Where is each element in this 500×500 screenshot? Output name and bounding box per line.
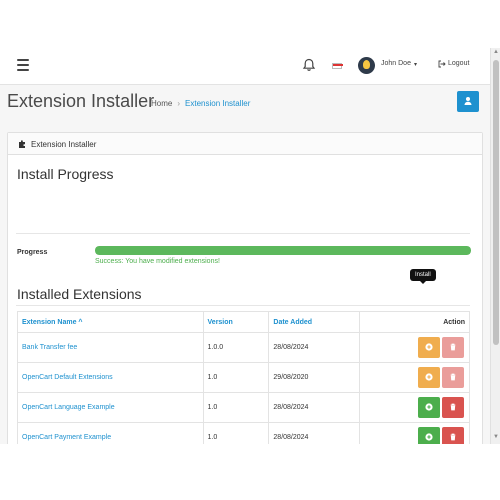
trash-icon (450, 403, 456, 411)
version-cell: 1.0.0 (202, 332, 270, 363)
browser-viewport: John Doe ▾ Logout Extension Installer Ho… (0, 48, 500, 444)
puzzle-icon (19, 140, 25, 148)
install-tooltip: Install (410, 269, 436, 284)
date-added-cell: 28/08/2024 (268, 422, 361, 444)
column-header-action: Action (359, 311, 470, 333)
uninstall-button[interactable] (442, 337, 464, 358)
upload-extension-button[interactable] (457, 91, 479, 112)
scroll-down-icon[interactable]: ▼ (493, 434, 499, 440)
action-cell (359, 362, 470, 393)
breadcrumb-current[interactable]: Extension Installer (185, 99, 250, 108)
extension-name-link[interactable]: OpenCart Payment Example (22, 434, 111, 441)
installed-extensions-table: Extension Name ^ Version Date Added Acti… (17, 311, 470, 444)
table-header-row: Extension Name ^ Version Date Added Acti… (17, 311, 470, 333)
trash-icon (450, 433, 456, 441)
extension-installer-card: Extension Installer Install Progress Pro… (7, 132, 483, 444)
avatar[interactable] (358, 57, 375, 74)
action-cell (359, 422, 470, 444)
plus-circle-icon (425, 373, 433, 381)
scrollbar[interactable]: ▲ ▼ (490, 48, 500, 444)
logout-link[interactable]: Logout (448, 60, 469, 67)
install-button[interactable] (418, 367, 440, 388)
plus-circle-icon (425, 403, 433, 411)
progress-bar (95, 246, 471, 255)
install-button[interactable] (418, 337, 440, 358)
extension-name-cell[interactable]: OpenCart Language Example (17, 392, 204, 423)
top-navbar: John Doe ▾ Logout (0, 48, 490, 85)
progress-label: Progress (17, 249, 48, 256)
user-name[interactable]: John Doe (381, 60, 411, 67)
flag-icon[interactable] (332, 63, 343, 69)
date-added-cell: 29/08/2020 (268, 362, 361, 393)
table-row: Bank Transfer fee 1.0.0 28/08/2024 (17, 332, 470, 363)
breadcrumb-home[interactable]: Home (151, 99, 172, 108)
plus-circle-icon (425, 433, 433, 441)
action-cell (359, 392, 470, 423)
hamburger-icon[interactable] (17, 59, 29, 71)
table-row: OpenCart Language Example 1.0 28/08/2024 (17, 392, 470, 423)
installed-extensions-title: Installed Extensions (17, 286, 142, 302)
uninstall-button[interactable] (442, 367, 464, 388)
install-progress-title: Install Progress (17, 166, 114, 182)
extension-name-cell[interactable]: OpenCart Payment Example (17, 422, 204, 444)
trash-icon (450, 373, 456, 381)
date-added-cell: 28/08/2024 (268, 332, 361, 363)
extension-name-link[interactable]: OpenCart Language Example (22, 404, 115, 411)
column-header-name[interactable]: Extension Name ^ (17, 311, 204, 333)
column-header-version[interactable]: Version (202, 311, 270, 333)
extension-name-cell[interactable]: OpenCart Default Extensions (17, 362, 204, 393)
uninstall-button[interactable] (442, 427, 464, 444)
uninstall-button[interactable] (442, 397, 464, 418)
install-button[interactable] (418, 397, 440, 418)
card-header-title: Extension Installer (31, 140, 97, 149)
trash-icon (450, 343, 456, 351)
bell-icon[interactable] (302, 58, 316, 72)
version-cell: 1.0 (202, 392, 270, 423)
progress-bar-fill (95, 246, 471, 255)
install-button[interactable] (418, 427, 440, 444)
scrollbar-thumb[interactable] (493, 60, 499, 345)
chevron-down-icon[interactable]: ▾ (414, 61, 417, 68)
plus-circle-icon (425, 343, 433, 351)
column-header-date[interactable]: Date Added (268, 311, 361, 333)
table-row: OpenCart Payment Example 1.0 28/08/2024 (17, 422, 470, 444)
card-header: Extension Installer (8, 133, 482, 155)
breadcrumb: Home › Extension Installer (151, 99, 250, 108)
scroll-up-icon[interactable]: ▲ (493, 49, 499, 55)
table-row: OpenCart Default Extensions 1.0 29/08/2020 (17, 362, 470, 393)
divider (16, 233, 470, 234)
version-cell: 1.0 (202, 362, 270, 393)
extension-name-link[interactable]: Bank Transfer fee (22, 344, 77, 351)
action-cell (359, 332, 470, 363)
extension-name-cell[interactable]: Bank Transfer fee (17, 332, 204, 363)
tooltip-text: Install (415, 272, 431, 278)
date-added-cell: 28/08/2024 (268, 392, 361, 423)
progress-message: Success: You have modified extensions! (95, 258, 220, 265)
version-cell: 1.0 (202, 422, 270, 444)
breadcrumb-separator: › (177, 99, 181, 108)
table-body: Bank Transfer fee 1.0.0 28/08/2024 OpenCart… (17, 332, 470, 444)
extension-name-link[interactable]: OpenCart Default Extensions (22, 374, 113, 381)
page-title: Extension Installer (7, 91, 155, 111)
logout-icon[interactable] (438, 60, 446, 68)
user-plus-icon (464, 97, 472, 105)
divider (16, 305, 470, 306)
